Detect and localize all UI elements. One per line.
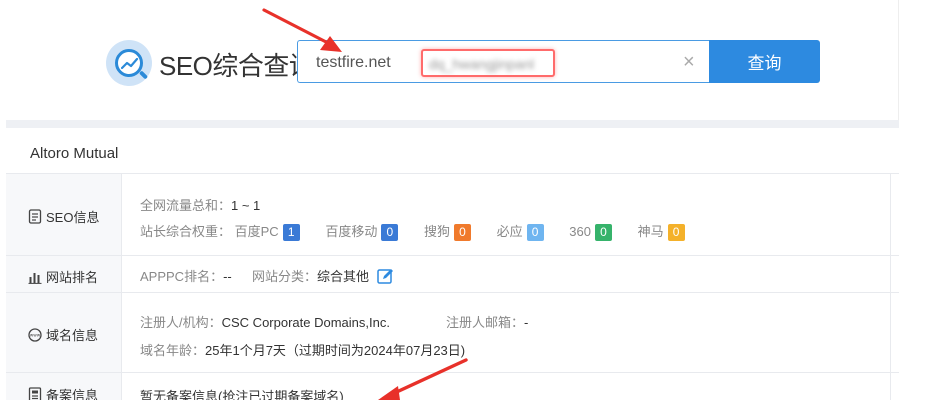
registrant-email: 注册人邮箱：- — [446, 315, 529, 330]
domain-info-label: www 域名信息 — [28, 327, 99, 343]
engine-sogou[interactable]: 搜狗 0 — [424, 224, 471, 242]
redacted-text: dq_hwangjinpanl — [429, 56, 535, 72]
seo-info-label-cell: SEO信息 — [6, 174, 122, 255]
edit-icon[interactable] — [376, 268, 395, 288]
engine-360[interactable]: 360 0 — [569, 224, 612, 242]
engine-baidu-pc[interactable]: 百度PC 1 — [235, 224, 300, 242]
site-rank-label-cell: 网站排名 — [6, 256, 122, 292]
engine-bing[interactable]: 必应 0 — [497, 224, 544, 242]
engine-baidu-mobile[interactable]: 百度移动 0 — [325, 224, 399, 242]
section-divider — [6, 120, 899, 128]
svg-text:www: www — [30, 333, 41, 338]
apppc-rank: APPPC排名：-- — [140, 269, 232, 284]
domain-info-label-cell: www 域名信息 — [6, 293, 122, 372]
search-button[interactable]: 查询 — [709, 40, 820, 83]
icp-record: 暂无备案信息(抢注已过期备案域名) — [140, 389, 344, 400]
seo-info-label: SEO信息 — [28, 207, 99, 226]
badge-360: 0 — [594, 224, 612, 242]
record-book-icon — [28, 387, 42, 400]
domain-registrant: 注册人/机构：CSC Corporate Domains,Inc. — [140, 315, 390, 330]
site-rank-label: 网站排名 — [28, 267, 98, 286]
search-input-value: testfire.net — [316, 54, 391, 71]
icp-info-label-cell: 备案信息 — [6, 373, 122, 400]
seo-logo-icon — [106, 40, 152, 86]
seo-result-panel: Altoro Mutual SEO信息 全网流量总和：1 ~ 1 站长综合权重：… — [6, 128, 899, 400]
seo-info-row: SEO信息 全网流量总和：1 ~ 1 站长综合权重： 百度PC 1 百度移动 0 搜… — [6, 174, 899, 256]
badge-bing: 0 — [526, 224, 544, 242]
icp-info-label: 备案信息 — [28, 385, 98, 400]
brand-title: SEO综合查询 — [159, 51, 315, 81]
traffic-total: 全网流量总和：1 ~ 1 — [140, 198, 261, 213]
badge-sogou: 0 — [453, 224, 471, 242]
domain-info-row: www 域名信息 注册人/机构：CSC Corporate Domains,In… — [6, 293, 899, 373]
icp-info-row: 备案信息 暂无备案信息(抢注已过期备案域名) — [6, 373, 899, 400]
site-rank-row: 网站排名 APPPC排名：-- 网站分类：综合其他 — [6, 256, 899, 293]
bar-chart-icon — [28, 272, 42, 284]
site-title: Altoro Mutual — [30, 145, 119, 162]
search-input[interactable]: testfire.net dq_hwangjinpanl × — [297, 40, 709, 83]
www-globe-icon: www — [28, 327, 42, 342]
domain-age: 域名年龄：25年1个月7天（过期时间为2024年07月23日) — [140, 343, 466, 358]
site-category: 网站分类：综合其他 — [252, 266, 395, 288]
redacted-annotation-box: dq_hwangjinpanl — [421, 49, 555, 77]
search-header: SEO综合查询 testfire.net dq_hwangjinpanl × 查… — [6, 0, 899, 120]
document-icon — [28, 209, 42, 224]
badge-shenma: 0 — [667, 224, 685, 242]
clear-icon[interactable]: × — [683, 52, 695, 72]
badge-baidu-pc: 1 — [282, 224, 300, 242]
badge-baidu-mobile: 0 — [381, 224, 399, 242]
engine-shenma[interactable]: 神马 0 — [638, 224, 685, 242]
site-weight: 站长综合权重： 百度PC 1 百度移动 0 搜狗 0 必应 0 360 0 神马 0 — [140, 221, 685, 242]
